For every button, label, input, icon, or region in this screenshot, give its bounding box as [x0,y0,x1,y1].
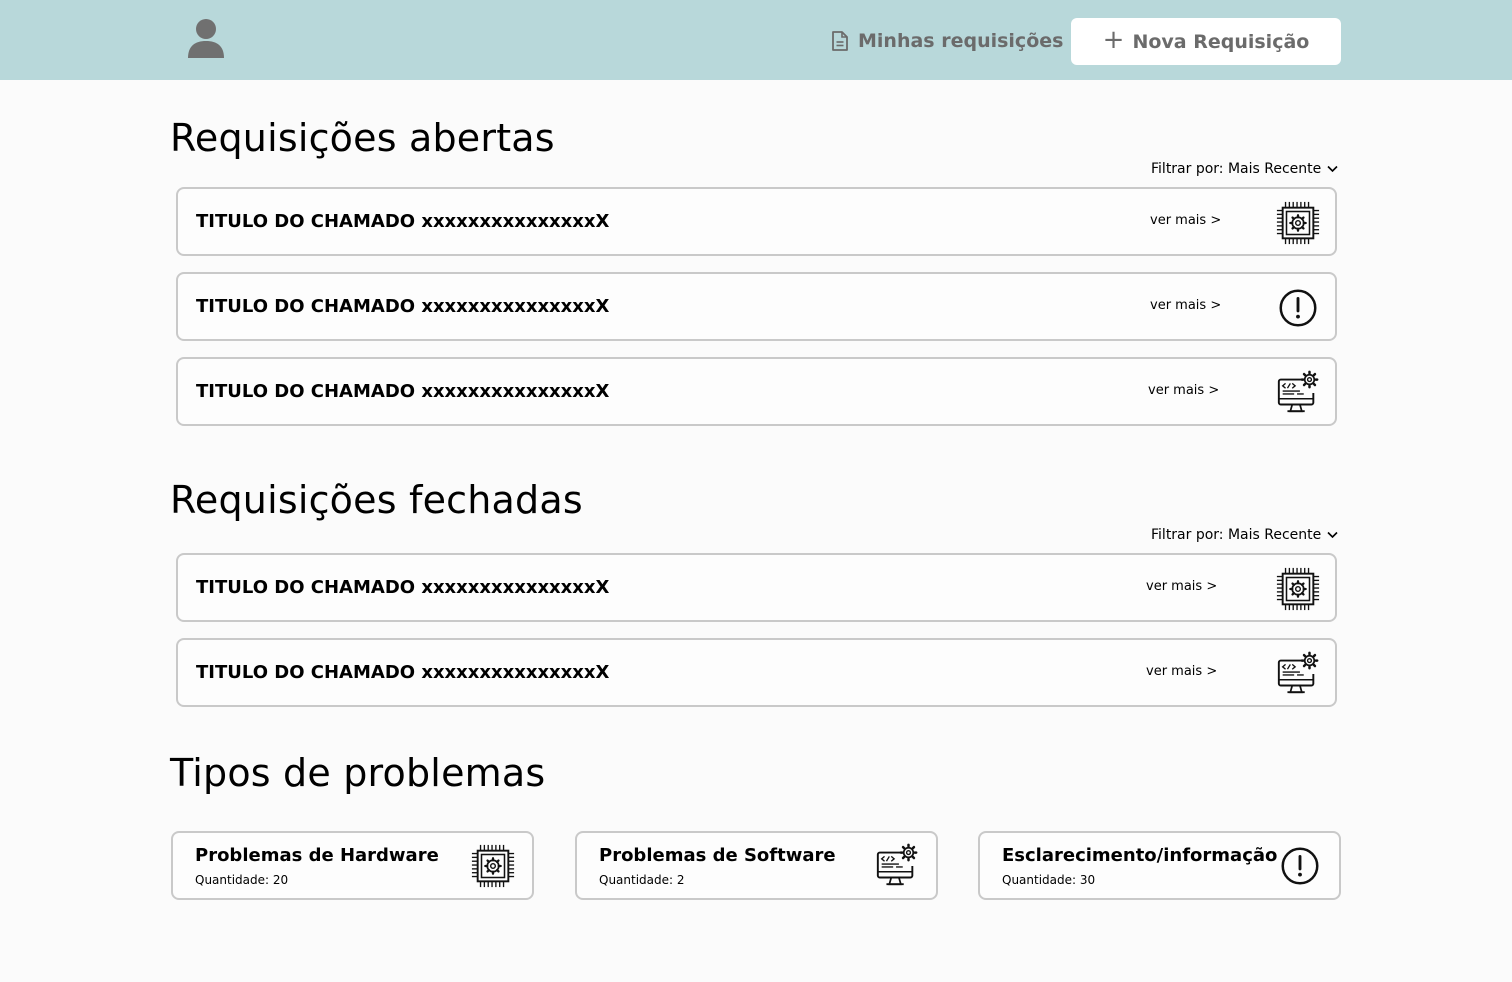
chip-icon [1275,566,1321,612]
ticket-title: TITULO DO CHAMADO xxxxxxxxxxxxxxxX [196,662,610,683]
filter-label: Filtrar por: Mais Recente [1151,161,1322,177]
my-requests-label: Minhas requisições [858,30,1064,52]
card-count: Quantidade: 20 [195,873,289,887]
card-count: Quantidade: 2 [599,873,685,887]
open-filter-dropdown[interactable]: Filtrar por: Mais Recente [1151,161,1338,177]
ticket-row[interactable]: TITULO DO CHAMADO xxxxxxxxxxxxxxxX ver m… [176,357,1337,426]
closed-filter-dropdown[interactable]: Filtrar por: Mais Recente [1151,527,1338,543]
problem-types-title: Tipos de problemas [170,751,546,795]
ticket-title: TITULO DO CHAMADO xxxxxxxxxxxxxxxX [196,211,610,232]
problem-type-card-software[interactable]: Problemas de Software Quantidade: 2 [575,831,938,900]
software-icon [874,843,920,889]
ticket-row[interactable]: TITULO DO CHAMADO xxxxxxxxxxxxxxxX ver m… [176,272,1337,341]
alert-icon [1275,285,1321,331]
ticket-title: TITULO DO CHAMADO xxxxxxxxxxxxxxxX [196,381,610,402]
new-request-label: Nova Requisição [1132,30,1310,53]
software-icon [1275,651,1321,697]
see-more-link[interactable]: ver mais > [1150,298,1221,313]
chip-icon [1275,200,1321,246]
new-request-button[interactable]: + Nova Requisição [1071,18,1341,65]
document-icon [830,30,849,52]
card-title: Problemas de Hardware [195,845,439,866]
ticket-title: TITULO DO CHAMADO xxxxxxxxxxxxxxxX [196,577,610,598]
filter-label: Filtrar por: Mais Recente [1151,527,1322,543]
card-title: Esclarecimento/informação [1002,845,1278,866]
chip-icon [470,843,516,889]
see-more-link[interactable]: ver mais > [1150,213,1221,228]
software-icon [1275,370,1321,416]
top-bar: Minhas requisições + Nova Requisição [0,0,1512,80]
chevron-down-icon [1327,165,1338,173]
open-requests-title: Requisições abertas [170,116,555,160]
see-more-link[interactable]: ver mais > [1146,579,1217,594]
card-title: Problemas de Software [599,845,836,866]
user-icon[interactable] [186,18,226,60]
see-more-link[interactable]: ver mais > [1148,383,1219,398]
problem-type-card-info[interactable]: Esclarecimento/informação Quantidade: 30 [978,831,1341,900]
problem-type-card-hardware[interactable]: Problemas de Hardware Quantidade: 20 [171,831,534,900]
my-requests-link[interactable]: Minhas requisições [830,28,1063,54]
see-more-link[interactable]: ver mais > [1146,664,1217,679]
card-count: Quantidade: 30 [1002,873,1096,887]
ticket-title: TITULO DO CHAMADO xxxxxxxxxxxxxxxX [196,296,610,317]
plus-icon: + [1102,25,1125,55]
ticket-row[interactable]: TITULO DO CHAMADO xxxxxxxxxxxxxxxX ver m… [176,638,1337,707]
ticket-row[interactable]: TITULO DO CHAMADO xxxxxxxxxxxxxxxX ver m… [176,187,1337,256]
closed-requests-title: Requisições fechadas [170,478,583,522]
chevron-down-icon [1327,531,1338,539]
ticket-row[interactable]: TITULO DO CHAMADO xxxxxxxxxxxxxxxX ver m… [176,553,1337,622]
alert-icon [1277,843,1323,889]
